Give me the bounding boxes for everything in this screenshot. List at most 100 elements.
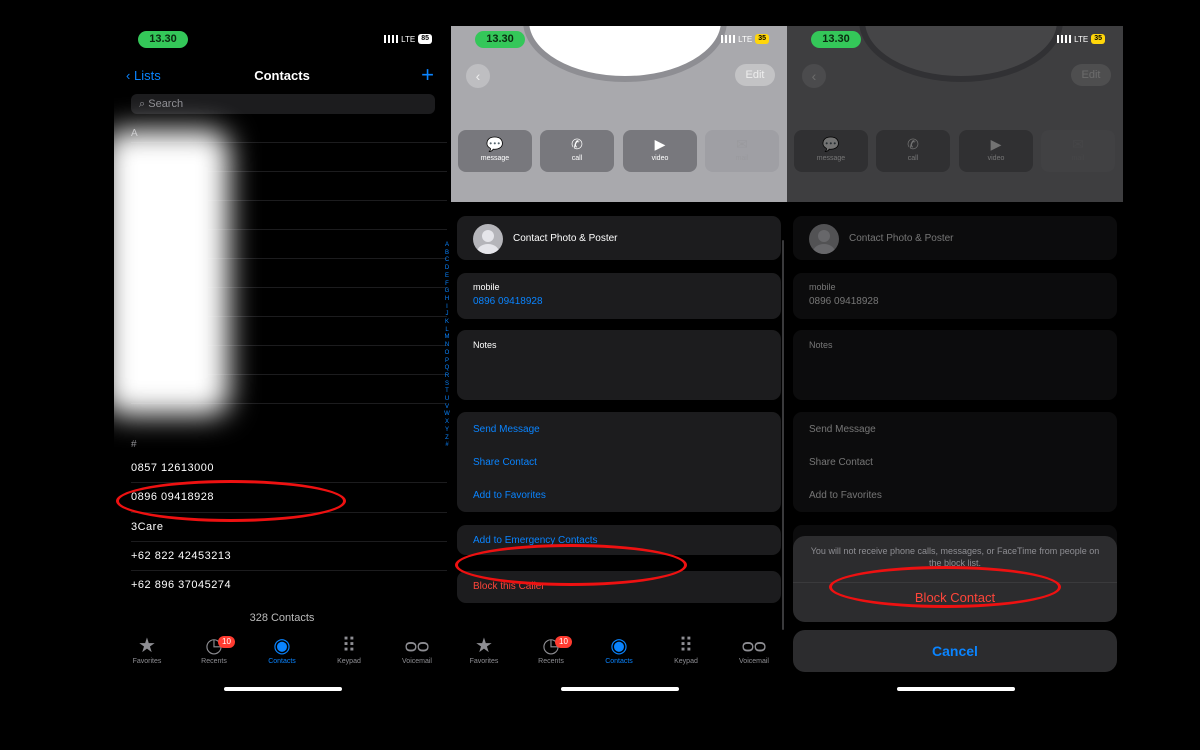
index-letter[interactable]: S <box>444 381 450 389</box>
status-time: 13.30 <box>475 31 525 48</box>
contact-count: 328 Contacts <box>249 612 315 624</box>
tab-label: Voicemail <box>739 658 769 665</box>
tab-recents[interactable]: ◷ 10 Recents <box>521 634 581 665</box>
contact-header: ‹ Edit 💬 message ✆ call ▶ video ✉ mail <box>451 26 787 202</box>
index-letter[interactable]: # <box>444 442 450 450</box>
share-contact-link[interactable]: Share Contact <box>473 457 537 468</box>
alphabet-index[interactable]: A B C D E F G H I J K L M N O P Q R S T … <box>444 242 450 450</box>
index-letter[interactable]: F <box>444 281 450 289</box>
call-button[interactable]: ✆ call <box>540 130 614 172</box>
index-letter[interactable]: W <box>444 411 450 419</box>
index-letter[interactable]: K <box>444 319 450 327</box>
tab-label: Favorites <box>469 658 499 665</box>
clock-icon: ◷ <box>205 635 223 657</box>
edit-button[interactable]: Edit <box>735 64 775 86</box>
tab-voicemail[interactable]: ᴑᴑ Voicemail <box>387 634 447 665</box>
tab-contacts[interactable]: ◉ Contacts <box>252 634 312 665</box>
tab-contacts[interactable]: ◉ Contacts <box>589 634 649 665</box>
tab-recents[interactable]: ◷ 10 Recents <box>184 634 244 665</box>
contact-photo-poster-row[interactable]: Contact Photo & Poster <box>457 216 781 260</box>
signal-icon <box>1057 35 1072 43</box>
index-letter[interactable]: X <box>444 419 450 427</box>
index-letter[interactable]: E <box>444 273 450 281</box>
status-time: 13.30 <box>811 31 861 48</box>
index-letter[interactable]: D <box>444 265 450 273</box>
action-label: video <box>651 155 669 162</box>
add-to-favorites-link[interactable]: Add to Favorites <box>473 490 546 501</box>
signal-icon <box>721 35 736 43</box>
nav-bar: ‹ Lists Contacts + <box>114 62 450 92</box>
block-confirm-screen: ‹ Edit 💬 message ✆ call ▶ video ✉ mail C… <box>787 26 1123 706</box>
list-item[interactable]: 3Care <box>131 521 163 533</box>
message-button[interactable]: 💬 message <box>458 130 532 172</box>
notes-label: Notes <box>473 340 497 350</box>
voicemail-icon: ᴑᴑ <box>741 635 767 657</box>
mail-icon: ✉ <box>736 136 748 152</box>
index-letter[interactable]: J <box>444 311 450 319</box>
keypad-icon: ⠿ <box>678 635 694 657</box>
video-button[interactable]: ▶ video <box>623 130 697 172</box>
tab-voicemail[interactable]: ᴑᴑ Voicemail <box>724 634 784 665</box>
network-label: LTE <box>401 34 416 44</box>
index-letter[interactable]: Y <box>444 427 450 435</box>
index-letter[interactable]: Z <box>444 435 450 443</box>
mobile-number[interactable]: 0896 09418928 <box>473 296 543 307</box>
action-label: message <box>480 155 510 162</box>
index-letter[interactable]: U <box>444 396 450 404</box>
status-bar-right: LTE 85 <box>384 34 432 44</box>
clock-icon: ◷ <box>542 635 560 657</box>
index-letter[interactable]: V <box>444 404 450 412</box>
status-bar-right: LTE 35 <box>721 34 769 44</box>
index-letter[interactable]: R <box>444 373 450 381</box>
tab-label: Recents <box>538 658 564 665</box>
tab-favorites[interactable]: ★ Favorites <box>117 634 177 665</box>
index-letter[interactable]: H <box>444 296 450 304</box>
tab-label: Recents <box>201 658 227 665</box>
index-letter[interactable]: T <box>444 388 450 396</box>
chevron-left-icon: ‹ <box>475 68 481 84</box>
index-letter[interactable]: P <box>444 358 450 366</box>
tab-favorites[interactable]: ★ Favorites <box>454 634 514 665</box>
index-letter[interactable]: B <box>444 250 450 258</box>
video-icon: ▶ <box>654 136 666 152</box>
star-icon: ★ <box>475 635 493 657</box>
add-contact-button[interactable]: + <box>421 62 434 88</box>
notes-field[interactable]: Notes <box>457 330 781 400</box>
index-letter[interactable]: A <box>444 242 450 250</box>
search-input[interactable]: ⌕ Search <box>131 94 435 114</box>
index-letter[interactable]: I <box>444 304 450 312</box>
person-circle-icon: ◉ <box>610 635 628 657</box>
index-letter[interactable]: G <box>444 288 450 296</box>
tab-label: Favorites <box>132 658 162 665</box>
battery-icon: 35 <box>755 34 769 44</box>
status-bar-right: LTE 35 <box>1057 34 1105 44</box>
row-divider <box>131 570 447 571</box>
annotation-circle <box>116 480 346 522</box>
network-label: LTE <box>738 34 753 44</box>
scrollbar[interactable] <box>782 240 784 630</box>
voicemail-icon: ᴑᴑ <box>404 635 430 657</box>
list-item[interactable]: 0857 12613000 <box>131 462 214 474</box>
mail-button[interactable]: ✉ mail <box>705 130 779 172</box>
mobile-row[interactable]: mobile 0896 09418928 <box>457 273 781 319</box>
index-letter[interactable]: N <box>444 342 450 350</box>
index-letter[interactable]: Q <box>444 365 450 373</box>
keypad-icon: ⠿ <box>341 635 357 657</box>
tab-keypad[interactable]: ⠿ Keypad <box>656 634 716 665</box>
list-item[interactable]: +62 822 42453213 <box>131 550 231 562</box>
index-letter[interactable]: C <box>444 257 450 265</box>
index-letter[interactable]: M <box>444 334 450 342</box>
tab-keypad[interactable]: ⠿ Keypad <box>319 634 379 665</box>
status-time: 13.30 <box>138 31 188 48</box>
contact-photo <box>523 26 727 82</box>
cancel-button[interactable]: Cancel <box>793 630 1117 672</box>
tab-label: Keypad <box>674 658 698 665</box>
list-item[interactable]: +62 896 37045274 <box>131 579 231 591</box>
index-letter[interactable]: L <box>444 327 450 335</box>
index-letter[interactable]: O <box>444 350 450 358</box>
annotation-circle <box>829 566 1061 608</box>
send-message-link[interactable]: Send Message <box>473 424 540 435</box>
contacts-list-screen: 13.30 LTE 85 ‹ Lists Contacts + ⌕ Search… <box>114 26 450 706</box>
back-button[interactable]: ‹ <box>466 64 490 88</box>
search-placeholder: Search <box>148 98 184 110</box>
